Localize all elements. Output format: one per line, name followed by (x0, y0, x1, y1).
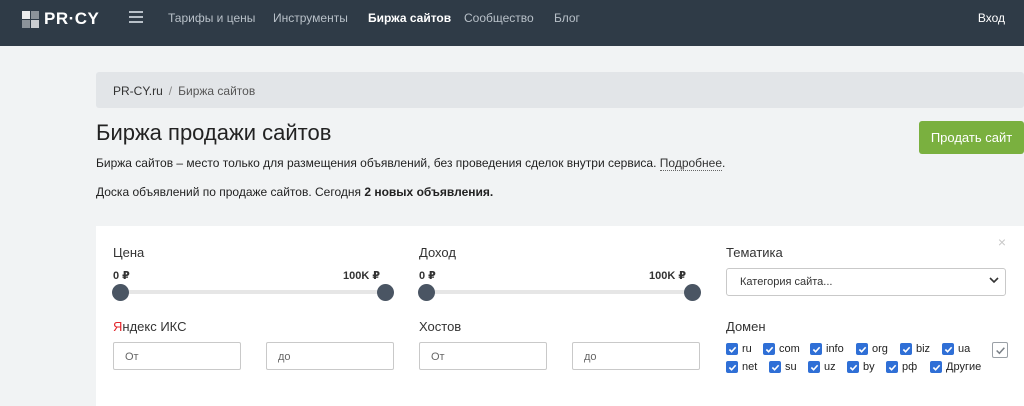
topic-select-value: Категория сайта... (740, 276, 833, 288)
breadcrumb: PR-CY.ru / Биржа сайтов (96, 72, 1024, 108)
yandex-iks-label: Яндекс ИКС (113, 319, 187, 334)
page-title: Биржа продажи сайтов (96, 120, 332, 145)
nav-item-community[interactable]: Сообщество (464, 11, 534, 25)
checkbox-checked-icon (942, 343, 954, 355)
check-icon (995, 346, 1005, 354)
new-listings-count: 2 новых объявления. (364, 185, 494, 199)
domain-checkbox-info[interactable]: info (810, 343, 844, 355)
checkbox-checked-icon (763, 343, 775, 355)
checkbox-checked-icon (886, 361, 898, 373)
yandex-iks-from-input[interactable]: От (113, 342, 241, 370)
logo[interactable]: PR·CY (22, 9, 99, 29)
chevron-down-icon (989, 277, 999, 284)
checkbox-checked-icon (930, 361, 942, 373)
checkbox-checked-icon (808, 361, 820, 373)
nav-item-pricing[interactable]: Тарифы и цены (168, 11, 255, 25)
filter-panel: × Цена 0 ₽ 100K ₽ Доход 0 ₽ 100K ₽ Темат… (96, 226, 1024, 406)
nav-item-blog[interactable]: Блог (554, 11, 580, 25)
checkbox-checked-icon (900, 343, 912, 355)
income-min-value: 0 ₽ (419, 270, 436, 282)
domain-checkbox-by[interactable]: by (847, 361, 875, 373)
hosts-to-input[interactable]: до (572, 342, 700, 370)
income-slider-track[interactable] (422, 290, 692, 294)
close-filters-icon[interactable]: × (998, 234, 1006, 250)
price-slider-min-handle[interactable] (112, 284, 129, 301)
hosts-label: Хостов (419, 319, 462, 334)
description-text: Биржа сайтов – место только для размещен… (96, 156, 657, 170)
domain-checkbox-net[interactable]: net (726, 361, 757, 373)
price-slider-max-handle[interactable] (377, 284, 394, 301)
domain-checkbox-rf[interactable]: рф (886, 361, 917, 373)
domain-checkbox-other[interactable]: Другие (930, 361, 981, 373)
income-slider-max-handle[interactable] (684, 284, 701, 301)
topic-label: Тематика (726, 245, 783, 260)
board-summary: Доска объявлений по продаже сайтов. Сего… (96, 185, 493, 199)
exchange-description: Биржа сайтов – место только для размещен… (96, 156, 726, 171)
yandex-label-rest: ндекс ИКС (122, 319, 187, 334)
checkbox-checked-icon (726, 361, 738, 373)
yandex-first-letter: Я (113, 319, 123, 334)
checkbox-checked-icon (847, 361, 859, 373)
logo-text: PR·CY (44, 9, 100, 28)
income-label: Доход (419, 245, 456, 260)
domain-checkbox-org[interactable]: org (856, 343, 888, 355)
price-min-value: 0 ₽ (113, 270, 130, 282)
hamburger-menu-icon[interactable] (129, 11, 143, 23)
top-navbar: PR·CY Тарифы и цены Инструменты Биржа са… (0, 0, 1024, 46)
breadcrumb-current: Биржа сайтов (178, 84, 256, 98)
domain-checkbox-com[interactable]: com (763, 343, 800, 355)
domain-label: Домен (726, 319, 766, 334)
hosts-from-input[interactable]: От (419, 342, 547, 370)
more-info-link[interactable]: Подробнее (659, 156, 723, 171)
breadcrumb-separator: / (168, 84, 173, 98)
checkbox-checked-icon (726, 343, 738, 355)
domain-checkbox-biz[interactable]: biz (900, 343, 930, 355)
price-label: Цена (113, 245, 145, 260)
price-max-value: 100K ₽ (343, 270, 381, 282)
domain-checkbox-uz[interactable]: uz (808, 361, 836, 373)
income-slider-min-handle[interactable] (418, 284, 435, 301)
board-summary-text: Доска объявлений по продаже сайтов. Сего… (96, 185, 361, 199)
nav-item-site-exchange[interactable]: Биржа сайтов (368, 11, 451, 25)
domain-checkbox-su[interactable]: su (769, 361, 797, 373)
login-link[interactable]: Вход (978, 11, 1005, 25)
checkbox-checked-icon (856, 343, 868, 355)
logo-mark-icon (22, 10, 39, 28)
yandex-iks-to-input[interactable]: до (266, 342, 394, 370)
checkbox-checked-icon (769, 361, 781, 373)
sell-site-button[interactable]: Продать сайт (919, 121, 1024, 154)
income-max-value: 100K ₽ (649, 270, 687, 282)
domain-checkbox-ua[interactable]: ua (942, 343, 970, 355)
description-period: . (722, 156, 726, 170)
checkbox-checked-icon (810, 343, 822, 355)
domain-checkbox-ru[interactable]: ru (726, 343, 752, 355)
select-all-domains-checkbox[interactable] (992, 342, 1008, 358)
price-slider-track[interactable] (116, 290, 386, 294)
topic-select[interactable]: Категория сайта... (726, 268, 1006, 296)
breadcrumb-home-link[interactable]: PR-CY.ru (113, 84, 163, 98)
nav-item-tools[interactable]: Инструменты (273, 11, 348, 25)
